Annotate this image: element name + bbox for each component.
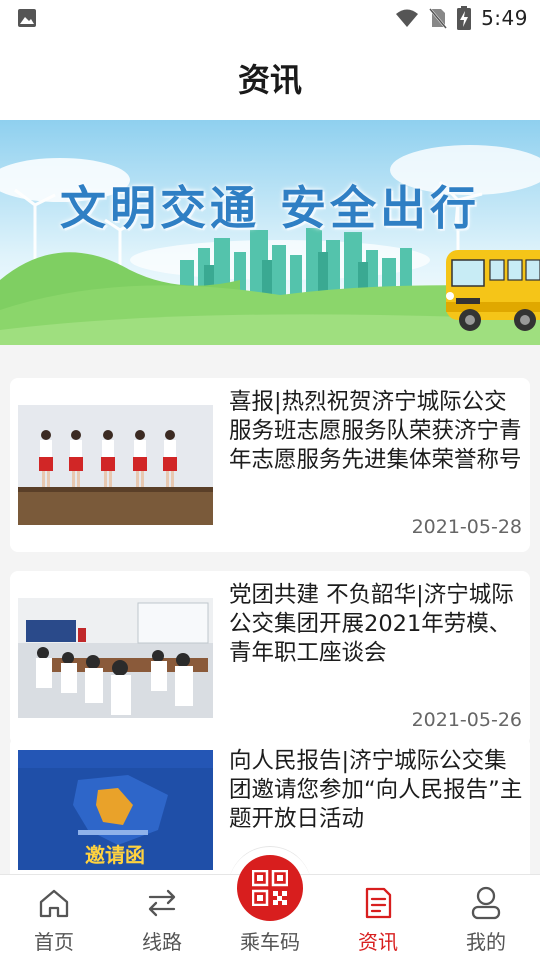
- route-swap-icon: [148, 889, 176, 917]
- tab-profile[interactable]: 我的: [432, 875, 540, 961]
- wifi-icon: [396, 9, 419, 27]
- news-title: 向人民报告|济宁城际公交集团邀请您参加“向人民报告”主题开放日活动: [229, 748, 523, 832]
- news-date: 2021-05-26: [411, 709, 522, 731]
- tab-label: 我的: [466, 930, 506, 954]
- page-title: 资讯: [237, 61, 302, 99]
- qr-code-button[interactable]: [237, 855, 303, 921]
- tab-news[interactable]: 资讯: [324, 875, 432, 961]
- no-sim-icon: [429, 8, 448, 29]
- qr-code-icon: [252, 870, 288, 906]
- status-bar: 5:49: [0, 0, 540, 36]
- status-time: 5:49: [481, 6, 528, 30]
- news-thumbnail: 邀请函: [18, 750, 213, 870]
- news-card[interactable]: 喜报|热烈祝贺济宁城际公交服务班志愿服务队荣获济宁青年志愿服务先进集体荣誉称号 …: [10, 378, 530, 552]
- tab-label: 资讯: [358, 930, 398, 954]
- banner[interactable]: 文明交通 安全出行: [0, 120, 540, 345]
- tab-routes[interactable]: 线路: [108, 875, 216, 961]
- news-title: 党团共建 不负韶华|济宁城际公交集团开展2021年劳模、青年职工座谈会: [229, 582, 514, 666]
- tab-label: 线路: [142, 930, 182, 954]
- bus-illustration: [446, 250, 540, 331]
- home-icon: [39, 889, 69, 918]
- tab-home[interactable]: 首页: [0, 875, 108, 961]
- news-icon: [365, 887, 392, 919]
- news-card[interactable]: 党团共建 不负韶华|济宁城际公交集团开展2021年劳模、青年职工座谈会 2021…: [10, 571, 530, 745]
- tab-label: 乘车码: [240, 930, 300, 954]
- news-title: 喜报|热烈祝贺济宁城际公交服务班志愿服务队荣获济宁青年志愿服务先进集体荣誉称号: [229, 389, 522, 473]
- app-bar: 资讯: [0, 36, 540, 120]
- news-thumbnail: [18, 598, 213, 718]
- news-thumbnail: [18, 405, 213, 525]
- news-date: 2021-05-28: [411, 516, 522, 538]
- image-icon: [18, 9, 36, 27]
- tab-label: 首页: [34, 930, 74, 954]
- banner-slogan: 文明交通 安全出行: [59, 181, 480, 235]
- profile-icon: [471, 886, 501, 920]
- invitation-text: 邀请函: [85, 843, 145, 867]
- battery-charging-icon: [457, 6, 472, 30]
